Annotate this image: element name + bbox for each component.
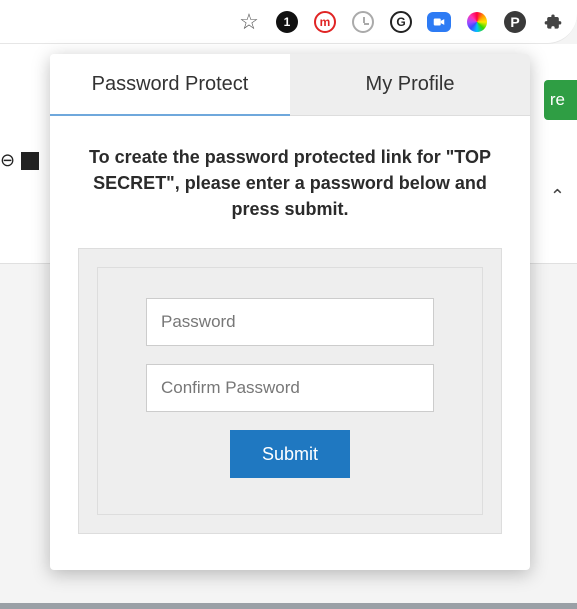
star-icon[interactable]: ☆ xyxy=(237,10,261,34)
ext-icon-g[interactable]: G xyxy=(389,10,413,34)
browser-toolbar: ☆ 1 m G P xyxy=(0,0,577,44)
popup-body: To create the password protected link fo… xyxy=(50,116,530,570)
submit-button[interactable]: Submit xyxy=(230,430,350,478)
form-container-inner: Submit xyxy=(97,267,483,515)
clock-badge xyxy=(352,11,374,33)
window-bottom-edge xyxy=(0,603,577,609)
color-wheel xyxy=(467,12,487,32)
one-badge-label: 1 xyxy=(276,11,298,33)
left-toolbar-peek: ⊖ xyxy=(0,150,39,171)
share-button-partial[interactable]: re xyxy=(544,80,577,120)
link-icon[interactable]: ⊖ xyxy=(0,150,15,171)
tab-password-protect[interactable]: Password Protect xyxy=(50,54,290,116)
square-icon[interactable] xyxy=(21,152,39,170)
ext-icon-badge-one[interactable]: 1 xyxy=(275,10,299,34)
instruction-text: To create the password protected link fo… xyxy=(78,144,502,222)
tab-password-protect-label: Password Protect xyxy=(92,73,249,96)
tab-my-profile-label: My Profile xyxy=(366,73,455,96)
popup-tabs: Password Protect My Profile xyxy=(50,54,530,116)
clock-icon[interactable] xyxy=(351,10,375,34)
ext-icon-m[interactable]: m xyxy=(313,10,337,34)
password-input[interactable] xyxy=(146,298,434,346)
m-badge-label: m xyxy=(314,11,336,33)
extensions-puzzle-icon[interactable] xyxy=(541,10,565,34)
zoom-icon[interactable] xyxy=(427,10,451,34)
ext-icon-p-active[interactable]: P xyxy=(503,10,527,34)
g-badge-label: G xyxy=(390,11,412,33)
extension-popup: Password Protect My Profile To create th… xyxy=(50,54,530,570)
confirm-password-input[interactable] xyxy=(146,364,434,412)
share-button-label: re xyxy=(550,90,565,110)
tab-my-profile[interactable]: My Profile xyxy=(290,54,530,116)
collapse-caret-icon[interactable]: ⌃ xyxy=(550,186,565,207)
color-wheel-icon[interactable] xyxy=(465,10,489,34)
p-badge-label: P xyxy=(504,11,526,33)
zoom-badge xyxy=(427,12,451,32)
form-container-outer: Submit xyxy=(78,248,502,534)
